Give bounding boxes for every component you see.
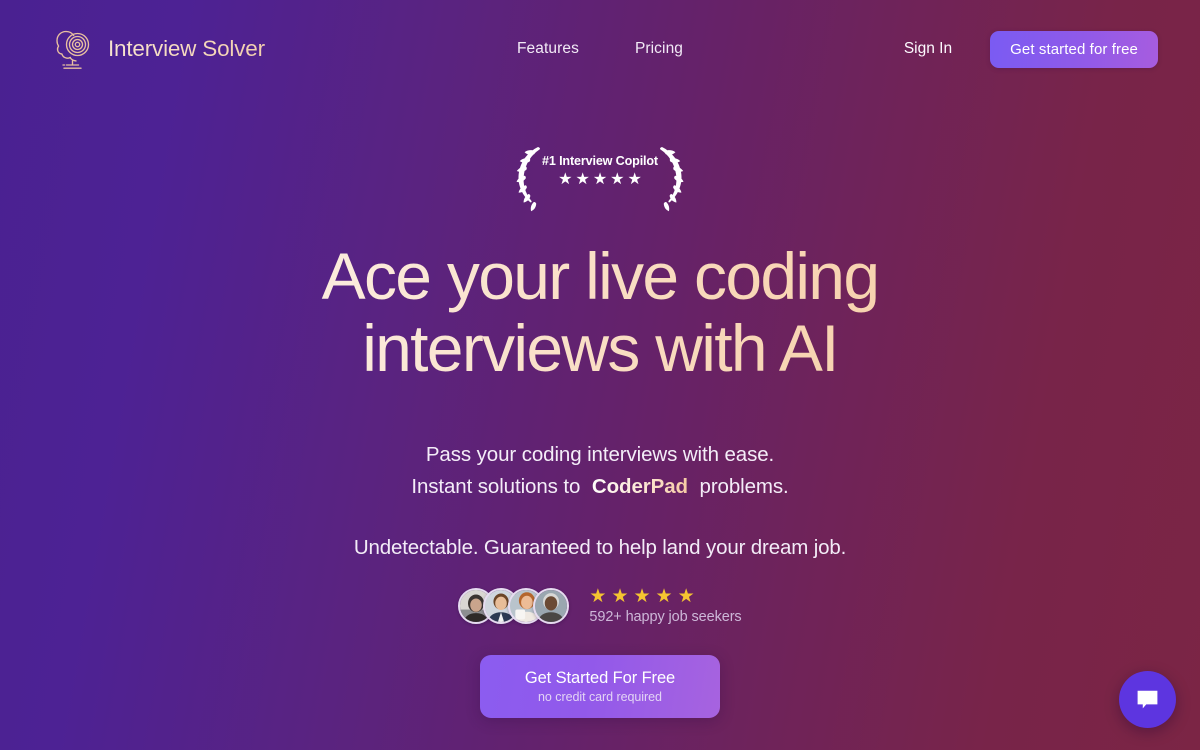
guarantee-text: Undetectable. Guaranteed to help land yo… (353, 535, 847, 559)
rating-star-icon: ★ (677, 585, 695, 607)
top-navigation-bar: Interview Solver Features Pricing Sign I… (0, 0, 1200, 98)
badge-star-icon: ★ (627, 171, 642, 188)
rating-star-icon: ★ (633, 585, 651, 607)
headline-line-2: interviews with AI (362, 310, 838, 385)
cta-wrapper: Get Started For Free no credit card requ… (0, 654, 1200, 718)
hero-section: #1 Interview Copilot ★ ★ ★ ★ ★ Ace your … (0, 141, 1200, 718)
rating-stars: ★ ★ ★ ★ ★ (589, 587, 741, 606)
rating-star-icon: ★ (655, 585, 673, 607)
subtitle-suffix: problems. (699, 475, 789, 499)
get-started-nav-button[interactable]: Get started for free (990, 30, 1158, 68)
nav-actions: Sign In Get started for free (904, 30, 1158, 68)
award-badge: #1 Interview Copilot ★ ★ ★ ★ ★ (502, 141, 698, 215)
sign-in-link[interactable]: Sign In (904, 40, 952, 58)
rating-star-icon: ★ (589, 585, 607, 607)
subtitle-line-2: Instant solutions to CoderPad problems. (0, 471, 1200, 503)
page-title: Ace your live coding interviews with AI (0, 241, 1200, 385)
subtitle-prefix: Instant solutions to (411, 475, 581, 499)
chat-bubble-icon (1137, 690, 1158, 709)
coderpad-highlight: CoderPad (586, 475, 694, 498)
brand-name: Interview Solver (108, 36, 265, 61)
badge-star-icon: ★ (592, 171, 608, 188)
brand-logo-link[interactable]: Interview Solver (52, 27, 265, 71)
rating-block: ★ ★ ★ ★ ★ 592+ happy job seekers (589, 587, 741, 625)
avatar-group (458, 587, 570, 624)
rating-star-icon: ★ (611, 585, 629, 607)
subtitle-line-1: Pass your coding interviews with ease. (425, 442, 775, 466)
avatar-photo (535, 589, 568, 622)
nav-link-features[interactable]: Features (517, 40, 579, 58)
badge-star-icon: ★ (558, 171, 573, 188)
award-badge-content: #1 Interview Copilot ★ ★ ★ ★ ★ (502, 154, 698, 188)
award-badge-wrapper: #1 Interview Copilot ★ ★ ★ ★ ★ (0, 141, 1200, 215)
badge-star-icon: ★ (575, 171, 590, 188)
chat-widget-button[interactable] (1119, 671, 1176, 728)
badge-star-icon: ★ (610, 171, 625, 188)
social-proof: ★ ★ ★ ★ ★ 592+ happy job seekers (0, 587, 1200, 625)
headline-line-1: Ace your live coding (321, 239, 879, 313)
get-started-hero-button[interactable]: Get Started For Free no credit card requ… (480, 654, 720, 718)
cta-sub-label: no credit card required (538, 689, 662, 704)
brain-head-icon (52, 27, 94, 71)
happy-customers-count: 592+ happy job seekers (589, 608, 742, 625)
cta-main-label: Get Started For Free (524, 668, 676, 687)
award-badge-stars: ★ ★ ★ ★ ★ (558, 172, 642, 188)
hero-subtitle: Pass your coding interviews with ease. I… (0, 439, 1200, 504)
avatar (533, 587, 570, 624)
nav-link-pricing[interactable]: Pricing (635, 40, 683, 58)
award-badge-text: #1 Interview Copilot (542, 154, 658, 168)
